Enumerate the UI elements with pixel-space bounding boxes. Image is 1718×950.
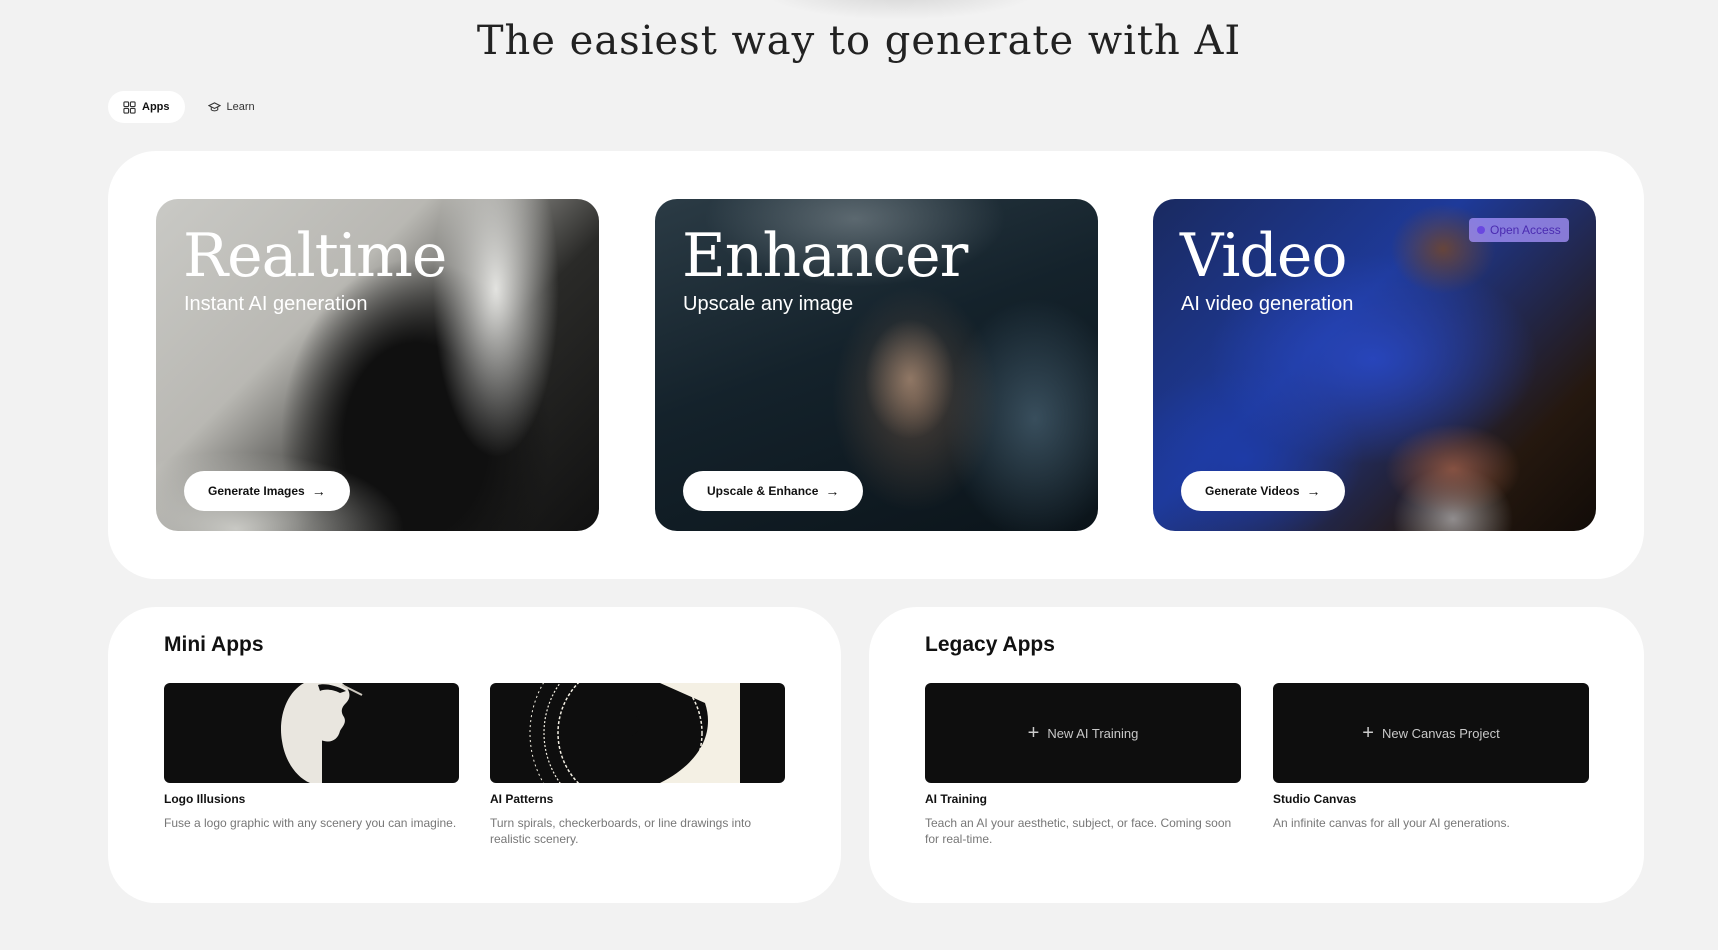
ai-patterns-tile[interactable]: AI Patterns Turn spirals, checkerboards,… — [490, 683, 785, 847]
logo-illusions-description: Fuse a logo graphic with any scenery you… — [164, 816, 457, 830]
generate-images-label: Generate Images — [208, 484, 305, 498]
video-subtitle: AI video generation — [1181, 293, 1354, 315]
new-ai-training-button[interactable]: + New AI Training — [925, 683, 1241, 783]
arrow-right-icon: → — [1306, 483, 1321, 499]
ai-training-tile[interactable]: + New AI Training AI Training Teach an A… — [925, 683, 1241, 847]
logo-illusions-name: Logo Illusions — [164, 792, 246, 806]
generate-images-button[interactable]: Generate Images → — [184, 471, 350, 511]
realtime-subtitle: Instant AI generation — [184, 293, 368, 315]
new-canvas-project-button[interactable]: + New Canvas Project — [1273, 683, 1589, 783]
top-glow — [760, 0, 1040, 20]
graduation-cap-icon — [207, 101, 221, 111]
tab-learn-label: Learn — [226, 101, 255, 113]
studio-canvas-description: An infinite canvas for all your AI gener… — [1273, 816, 1510, 830]
arrow-right-icon: → — [311, 483, 326, 499]
grid-icon — [123, 100, 136, 114]
ai-patterns-description: Turn spirals, checkerboards, or line dra… — [490, 816, 752, 846]
upscale-enhance-label: Upscale & Enhance — [707, 484, 819, 498]
open-access-badge: Open Access — [1469, 218, 1569, 242]
tab-bar: Apps Learn — [108, 91, 270, 123]
generate-videos-label: Generate Videos — [1205, 484, 1300, 498]
enhancer-title: Enhancer — [682, 221, 968, 291]
spiral-pattern-image — [529, 683, 740, 783]
ai-training-name: AI Training — [925, 792, 988, 806]
upscale-enhance-button[interactable]: Upscale & Enhance → — [683, 471, 864, 511]
tab-apps-label: Apps — [142, 101, 170, 113]
logo-illusions-tile[interactable]: Logo Illusions Fuse a logo graphic with … — [164, 683, 459, 831]
realtime-card[interactable]: Realtime Instant AI generation Generate … — [156, 199, 599, 531]
tab-learn[interactable]: Learn — [193, 91, 270, 123]
enhancer-card[interactable]: Enhancer Upscale any image Upscale & Enh… — [655, 199, 1098, 531]
video-card[interactable]: Video AI video generation Open Access Ge… — [1153, 199, 1596, 531]
featured-apps-panel: Realtime Instant AI generation Generate … — [108, 151, 1644, 579]
badge-dot-icon — [1477, 226, 1485, 234]
profile-silhouette-image — [274, 683, 363, 783]
realtime-title: Realtime — [183, 221, 447, 291]
ai-patterns-thumbnail — [490, 683, 785, 783]
plus-icon: + — [1362, 721, 1374, 744]
plus-icon: + — [1027, 721, 1040, 744]
generate-videos-button[interactable]: Generate Videos → — [1181, 471, 1345, 511]
studio-canvas-name: Studio Canvas — [1273, 792, 1357, 806]
open-access-label: Open Access — [1490, 223, 1561, 237]
legacy-apps-panel: Legacy Apps + New AI Training AI Trainin… — [869, 607, 1644, 903]
ai-training-description: Teach an AI your aesthetic, subject, or … — [925, 816, 1232, 846]
arrow-right-icon: → — [825, 483, 840, 499]
mini-apps-panel: Mini Apps Logo Illusions Fuse a logo gra… — [108, 607, 841, 903]
enhancer-subtitle: Upscale any image — [683, 293, 854, 315]
legacy-apps-heading: Legacy Apps — [925, 633, 1055, 656]
mini-apps-heading: Mini Apps — [164, 633, 264, 656]
page-title: The easiest way to generate with AI — [476, 18, 1242, 64]
studio-canvas-tile[interactable]: + New Canvas Project Studio Canvas An in… — [1273, 683, 1589, 831]
new-ai-training-label: New AI Training — [1047, 725, 1139, 741]
video-title: Video — [1180, 221, 1348, 291]
tab-apps[interactable]: Apps — [108, 91, 185, 123]
new-canvas-project-label: New Canvas Project — [1381, 725, 1500, 741]
ai-patterns-name: AI Patterns — [490, 792, 554, 806]
logo-illusions-thumbnail — [164, 683, 459, 783]
